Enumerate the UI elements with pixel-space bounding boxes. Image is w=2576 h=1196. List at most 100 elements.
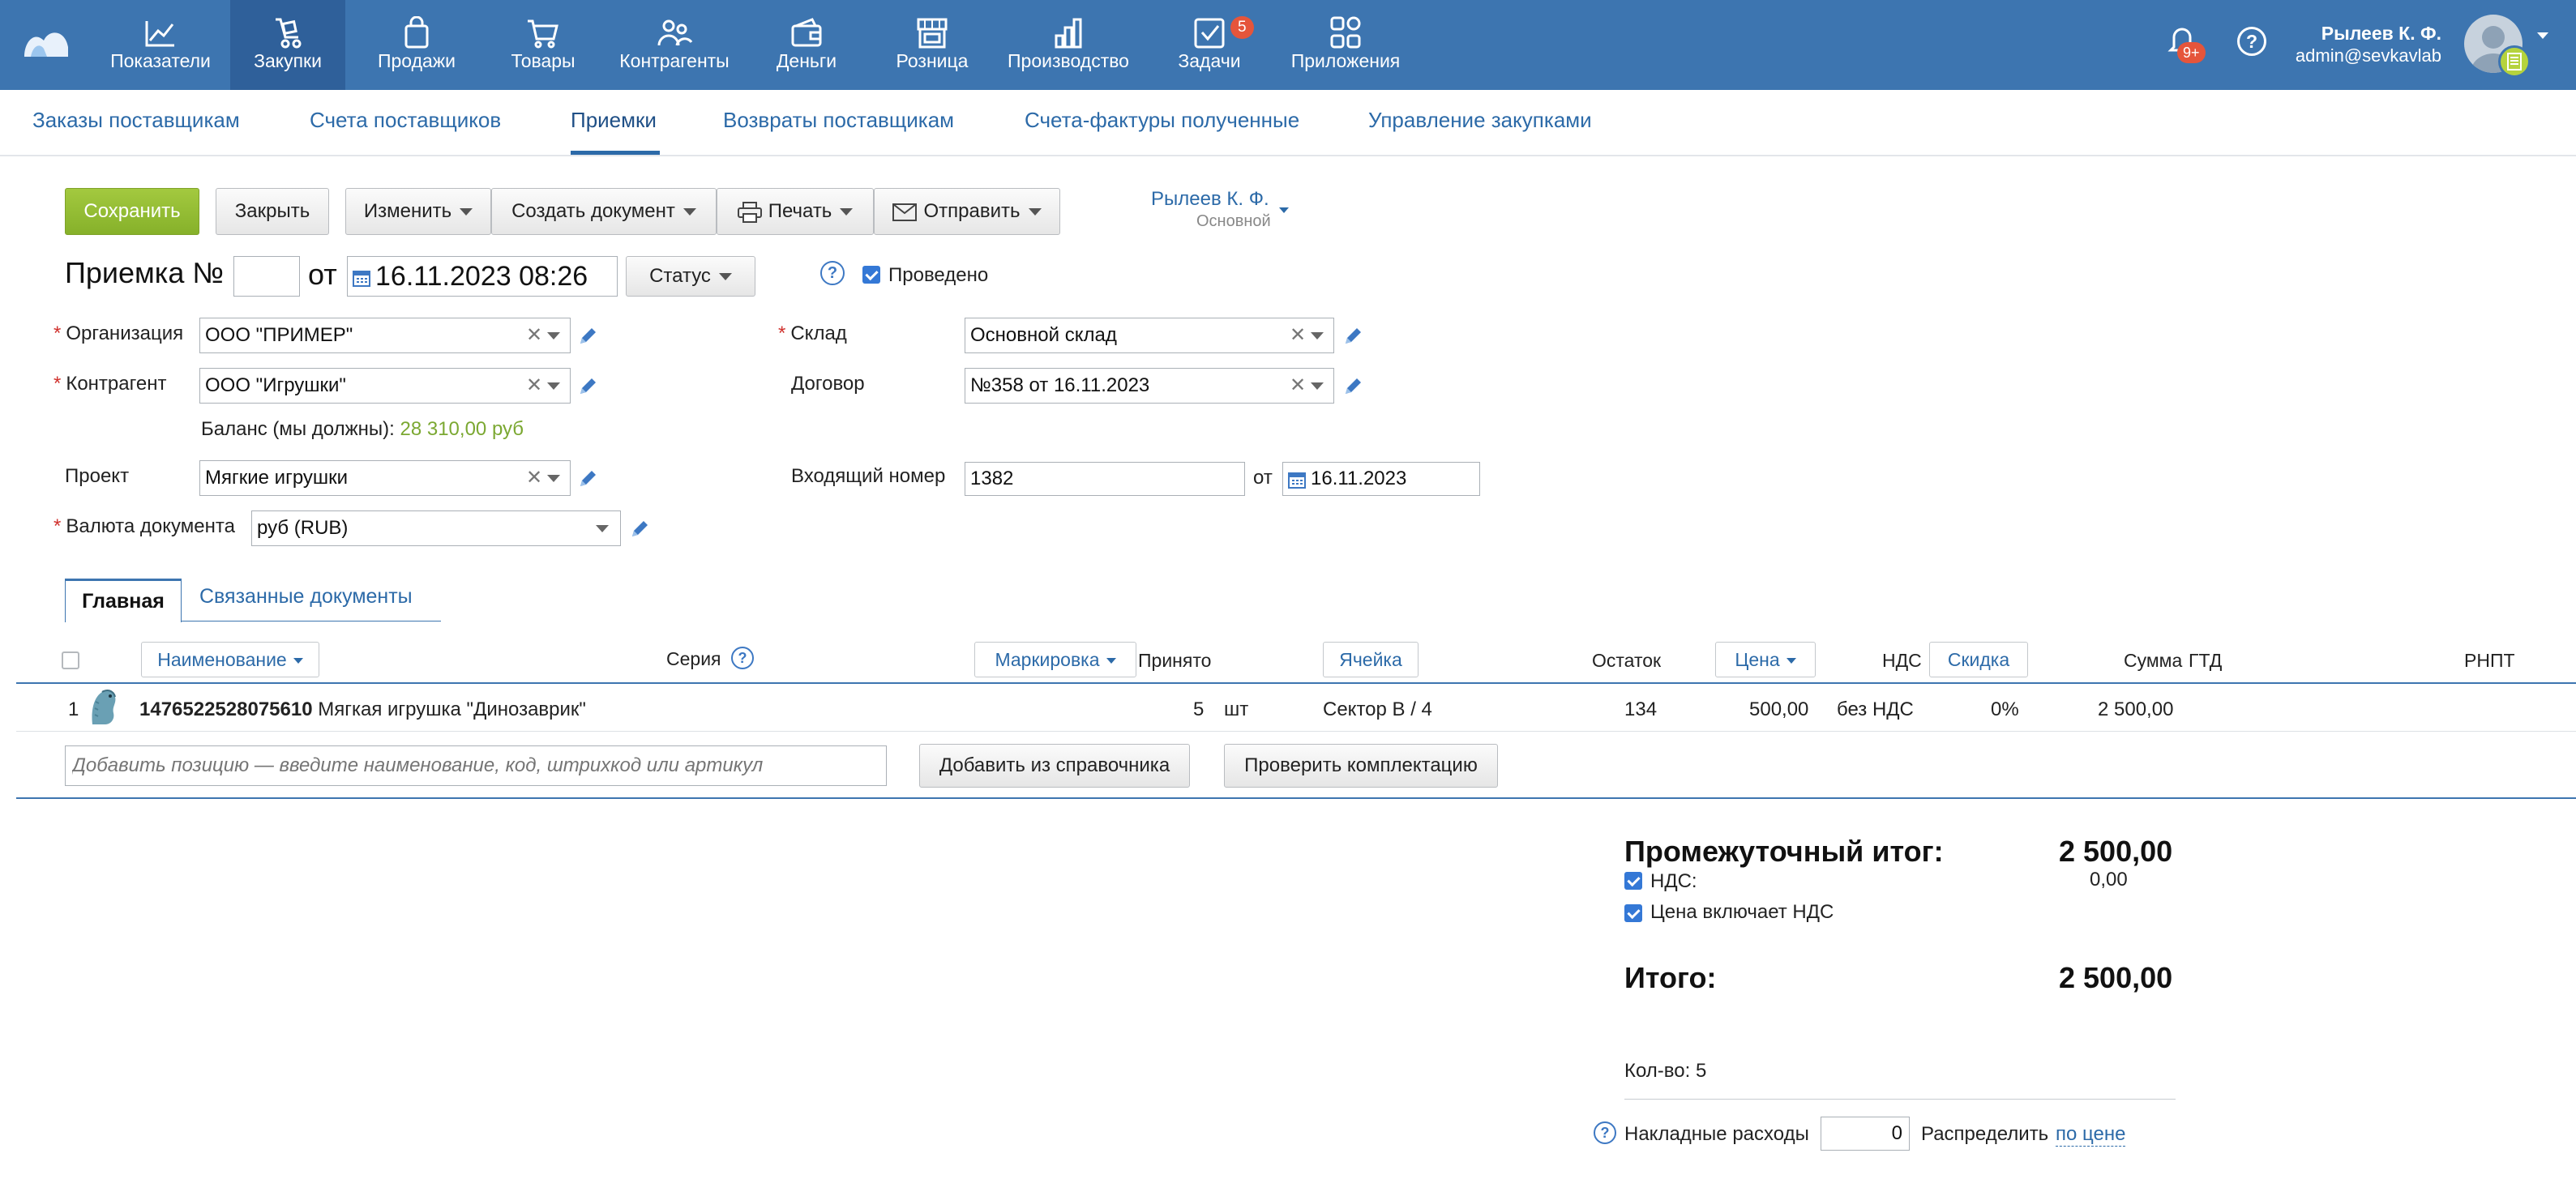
nav-item-retail[interactable]: Розница <box>875 0 989 90</box>
nav-item-money[interactable]: Деньги <box>746 0 867 90</box>
product-title[interactable]: 1476522528075610 Мягкая игрушка "Динозав… <box>139 698 586 721</box>
column-cell-button[interactable]: Ячейка <box>1323 642 1419 677</box>
send-button-label: Отправить <box>923 200 1021 222</box>
add-position-input[interactable] <box>65 745 887 786</box>
owner-chevron-down-icon[interactable] <box>1279 207 1289 213</box>
pencil-icon[interactable] <box>629 519 650 540</box>
row-discount[interactable]: 0% <box>1991 698 2019 721</box>
clear-icon[interactable]: ✕ <box>1290 318 1306 352</box>
column-marking-button[interactable]: Маркировка <box>974 642 1136 677</box>
overhead-input[interactable]: 0 <box>1821 1117 1910 1151</box>
user-name[interactable]: Рылеев К. Ф. <box>2321 23 2441 45</box>
contractor-label: * Контрагент <box>53 373 166 395</box>
totals-divider <box>1624 1099 2176 1100</box>
pencil-icon[interactable] <box>577 376 598 397</box>
nav-item-purchases[interactable]: Закупки <box>230 0 345 90</box>
edit-button-label: Изменить <box>363 200 452 222</box>
user-email[interactable]: admin@sevkavlab <box>2296 45 2441 66</box>
contractor-field[interactable]: ООО "Игрушки" ✕ <box>199 368 571 404</box>
close-button[interactable]: Закрыть <box>216 188 329 235</box>
vat-checkbox[interactable] <box>1624 872 1642 890</box>
nav-item-tasks[interactable]: Задачи <box>1151 0 1268 90</box>
user-menu-chevron-icon[interactable] <box>2537 32 2548 39</box>
document-number-input[interactable] <box>233 256 300 297</box>
pencil-icon[interactable] <box>1342 376 1363 397</box>
column-price-button[interactable]: Цена <box>1715 642 1816 677</box>
project-field[interactable]: Мягкие игрушки ✕ <box>199 460 571 496</box>
subtab-supplier-invoices[interactable]: Счета поставщиков <box>310 108 501 133</box>
clear-icon[interactable]: ✕ <box>1290 369 1306 403</box>
help-icon[interactable]: ? <box>2237 27 2266 56</box>
moysklad-logo[interactable] <box>23 26 70 58</box>
incoming-date-value: 16.11.2023 <box>1311 468 1407 489</box>
balance-line: Баланс (мы должны): 28 310,00 руб <box>201 418 524 441</box>
distribute-by-price-link[interactable]: по цене <box>2056 1123 2126 1147</box>
contract-field[interactable]: №358 от 16.11.2023 ✕ <box>965 368 1334 404</box>
bag-icon <box>404 16 429 49</box>
posted-checkbox[interactable] <box>862 266 880 284</box>
incoming-date-input[interactable]: 16.11.2023 <box>1282 462 1480 496</box>
price-includes-vat-checkbox[interactable] <box>1624 904 1642 922</box>
quantity-total: Кол-во: 5 <box>1624 1060 1707 1082</box>
chart-line-icon <box>145 21 174 47</box>
tab-related-documents[interactable]: Связанные документы <box>199 585 413 609</box>
nav-item-indicators[interactable]: Показатели <box>91 0 230 90</box>
create-document-button[interactable]: Создать документ <box>491 188 717 235</box>
warehouse-field[interactable]: Основной склад ✕ <box>965 318 1334 353</box>
chevron-down-icon[interactable] <box>547 382 560 390</box>
balance-label: Баланс (мы должны): <box>201 418 395 440</box>
chevron-down-icon[interactable] <box>1311 382 1324 390</box>
product-thumbnail-dinosaur-icon[interactable] <box>86 686 123 726</box>
chevron-down-icon[interactable] <box>547 475 560 482</box>
row-sum: 2 500,00 <box>2098 698 2174 720</box>
add-from-catalog-button[interactable]: Добавить из справочника <box>919 744 1190 788</box>
column-name-button[interactable]: Наименование <box>141 642 319 677</box>
subtab-received-invoices[interactable]: Счета-фактуры полученные <box>1025 108 1299 133</box>
chevron-down-icon[interactable] <box>1311 332 1324 340</box>
posted-label: Проведено <box>888 264 989 286</box>
row-quantity[interactable]: 5 <box>1193 698 1204 721</box>
organization-field[interactable]: ООО "ПРИМЕР" ✕ <box>199 318 571 353</box>
create-document-label: Создать документ <box>511 200 675 222</box>
pencil-icon[interactable] <box>577 326 598 347</box>
clear-icon[interactable]: ✕ <box>526 369 542 403</box>
nav-item-goods[interactable]: Товары <box>486 0 600 90</box>
subtab-supplier-returns[interactable]: Возвраты поставщикам <box>723 108 954 133</box>
row-vat[interactable]: без НДС <box>1837 698 1914 721</box>
send-button[interactable]: Отправить <box>874 188 1060 235</box>
print-button[interactable]: Печать <box>717 188 874 235</box>
subtab-receipts[interactable]: Приемки <box>571 108 657 133</box>
select-all-checkbox[interactable] <box>62 651 79 669</box>
nav-item-contractors[interactable]: Контрагенты <box>610 0 739 90</box>
pencil-icon[interactable] <box>1342 326 1363 347</box>
chevron-down-icon[interactable] <box>547 332 560 340</box>
help-icon[interactable]: ? <box>731 647 754 669</box>
edit-button[interactable]: Изменить <box>345 188 491 235</box>
tab-main[interactable]: Главная <box>65 579 182 622</box>
row-price[interactable]: 500,00 <box>1749 698 1808 721</box>
currency-select[interactable]: руб (RUB) <box>251 510 621 546</box>
subtab-purchase-management[interactable]: Управление закупками <box>1368 108 1592 133</box>
clear-icon[interactable]: ✕ <box>526 461 542 495</box>
check-kit-button[interactable]: Проверить комплектацию <box>1224 744 1498 788</box>
nav-item-production[interactable]: Производство <box>995 0 1141 90</box>
status-button[interactable]: Статус <box>626 256 755 297</box>
nav-item-sales[interactable]: Продажи <box>357 0 477 90</box>
subtab-supplier-orders[interactable]: Заказы поставщикам <box>32 108 240 133</box>
pencil-icon[interactable] <box>577 468 598 489</box>
nav-item-apps[interactable]: Приложения <box>1281 0 1410 90</box>
column-discount-button[interactable]: Скидка <box>1929 642 2028 677</box>
help-icon[interactable]: ? <box>1594 1121 1616 1144</box>
save-button[interactable]: Сохранить <box>65 188 199 235</box>
warehouse-label: * Склад <box>778 322 847 345</box>
row-cell[interactable]: Сектор В / 4 <box>1323 698 1432 721</box>
calendar-icon <box>1288 472 1306 489</box>
document-datetime-input[interactable]: 16.11.2023 08:26 <box>347 256 618 297</box>
chevron-down-icon[interactable] <box>596 525 609 532</box>
column-marking-label: Маркировка <box>995 649 1100 670</box>
incoming-number-input[interactable]: 1382 <box>965 462 1245 496</box>
clear-icon[interactable]: ✕ <box>526 318 542 352</box>
owner-selector[interactable]: Рылеев К. Ф. <box>1151 188 1269 211</box>
price-includes-vat-label: Цена включает НДС <box>1650 901 1834 923</box>
help-icon[interactable]: ? <box>820 261 845 285</box>
